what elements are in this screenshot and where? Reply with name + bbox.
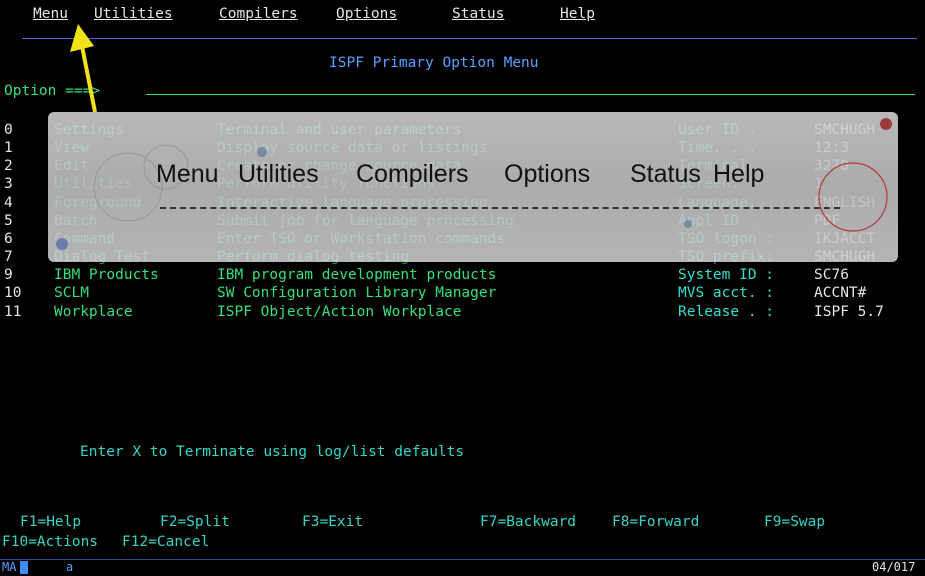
status-ma-indicator: MA [2,560,17,574]
panel-title: ISPF Primary Option Menu [329,55,539,71]
status-session: a [66,560,74,574]
option-name[interactable]: IBM Products [54,266,159,284]
option-number: 4 [4,195,13,211]
cursor-block-icon [20,561,28,574]
fkey-f10[interactable]: F10=Actions [2,533,98,551]
menu-status[interactable]: Status [452,6,504,22]
info-value: ISPF 5.7 [814,304,884,320]
option-description: IBM program development products [217,267,497,283]
fkey-f8[interactable]: F8=Forward [612,513,699,531]
option-row-11[interactable]: 11 Workplace ISPF Object/Action Workplace R… [0,303,925,321]
option-name[interactable]: SCLM [54,284,89,302]
fkey-f9[interactable]: F9=Swap [764,513,825,531]
option-number: 3 [4,176,13,192]
yellow-arrow-icon [70,24,97,113]
option-number: 11 [4,304,22,320]
overlay-menu-status: Status [630,160,701,188]
overlay-menu-menu: Menu [156,160,219,188]
option-number: 2 [4,158,13,174]
status-cursor-pos: 04/017 [872,560,916,574]
info-label: MVS acct. : [678,285,775,301]
fkey-f2[interactable]: F2=Split [160,513,230,531]
info-value: SC76 [814,267,849,283]
status-bar: MA a 04/017 [0,559,925,576]
option-number: 7 [4,249,13,265]
fkey-f1[interactable]: F1=Help [20,513,81,531]
fkey-f12[interactable]: F12=Cancel [122,533,209,551]
overlay-menu-options: Options [504,160,591,188]
menu-divider [22,38,917,39]
info-label: System ID : [678,267,775,283]
menu-options[interactable]: Options [336,6,397,22]
option-input[interactable] [146,94,915,95]
menu-callout-overlay: Menu Utilities Compilers Options Status … [48,112,898,262]
overlay-menu-help: Help [713,160,765,188]
option-number: 0 [4,122,13,138]
fkey-f3[interactable]: F3=Exit [302,513,363,531]
option-description: SW Configuration Library Manager [217,285,497,301]
option-row-10[interactable]: 10 SCLM SW Configuration Library Manager MV… [0,284,925,302]
menu-help[interactable]: Help [560,6,595,22]
option-row-9[interactable]: 9 IBM Products IBM program development pro… [0,266,925,284]
option-number: 5 [4,213,13,229]
option-number: 10 [4,285,22,301]
menu-bar: Menu Utilities Compilers Options Status … [0,0,925,34]
info-value: ACCNT# [814,285,867,301]
info-label: Release . : [678,304,775,320]
terminate-message: Enter X to Terminate using log/list defa… [80,444,465,460]
fkey-f7[interactable]: F7=Backward [480,513,576,531]
overlay-dashed-rule [160,207,840,209]
option-name[interactable]: Workplace [54,303,133,321]
option-number: 9 [4,267,13,283]
option-description: ISPF Object/Action Workplace [217,304,462,320]
overlay-menu-utilities: Utilities [238,160,319,188]
option-number: 6 [4,231,13,247]
overlay-menu-compilers: Compilers [356,160,469,188]
option-number: 1 [4,140,13,156]
menu-compilers[interactable]: Compilers [219,6,298,22]
